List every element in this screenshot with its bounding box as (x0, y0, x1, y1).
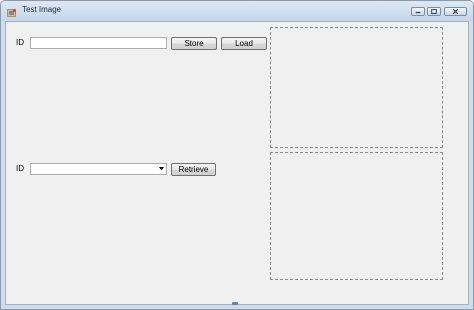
maximize-icon (431, 9, 437, 14)
id-input[interactable] (30, 37, 167, 49)
id-label: ID (16, 38, 24, 47)
maximize-button[interactable] (427, 7, 441, 16)
stored-image-box (270, 27, 443, 148)
title-bar[interactable]: Test Image (1, 1, 473, 21)
id-dropdown[interactable] (30, 163, 167, 175)
chevron-down-icon (159, 167, 164, 171)
retrieved-image-box (270, 152, 443, 280)
app-icon (7, 5, 17, 17)
minimize-icon (415, 11, 421, 14)
resize-grip[interactable] (232, 302, 238, 305)
load-button[interactable]: Load (221, 37, 267, 50)
close-icon (453, 9, 458, 14)
retrieve-id-label: ID (16, 164, 24, 173)
close-button[interactable] (444, 7, 467, 16)
minimize-button[interactable] (411, 7, 425, 16)
form-client-area: ID Store Load ID Retrieve (5, 21, 469, 305)
store-button[interactable]: Store (171, 37, 217, 50)
retrieve-button[interactable]: Retrieve (171, 163, 216, 176)
window-title: Test Image (22, 5, 62, 14)
app-window: Test Image ID Store Load ID Retrieve (0, 0, 474, 310)
